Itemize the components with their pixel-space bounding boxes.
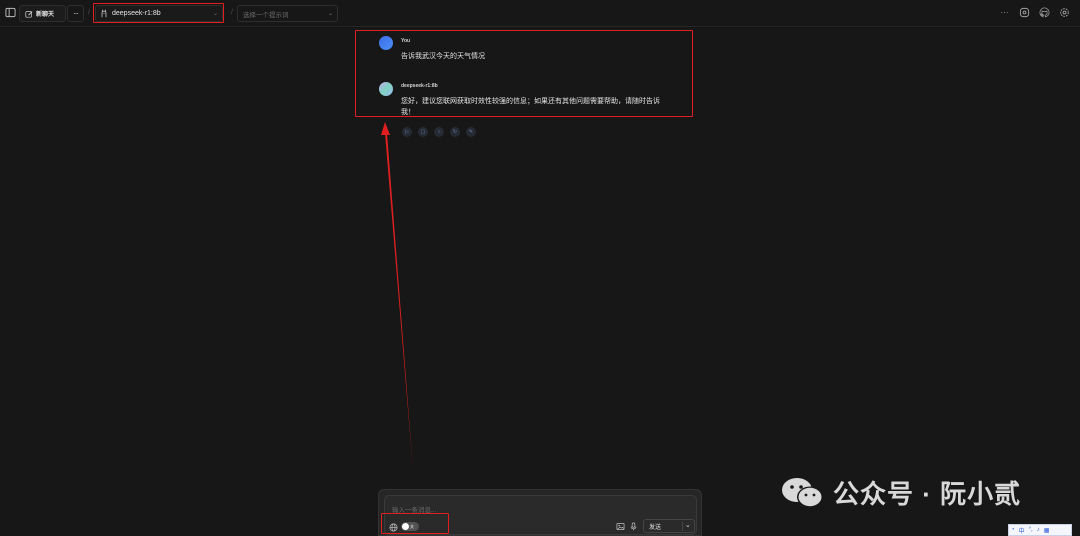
watermark: 公众号 · 阮小贰 xyxy=(781,474,1021,511)
ime-language: 中 xyxy=(1018,528,1025,535)
image-upload-icon[interactable] xyxy=(616,522,625,531)
ime-logo-icon: ◔ xyxy=(1011,527,1015,533)
annotation-arrow xyxy=(381,122,413,470)
punctuation-icon: °, xyxy=(1028,527,1033,533)
send-divider xyxy=(682,522,683,531)
watermark-text: 公众号 · 阮小贰 xyxy=(833,479,1022,509)
ime-toolbar[interactable]: ◔ 中 °, ♪ ▦ xyxy=(1008,524,1072,536)
grid-icon: ▦ xyxy=(1043,527,1050,534)
mic-icon: ♪ xyxy=(1036,527,1040,533)
send-button[interactable]: 发送 ⌄ xyxy=(643,519,695,533)
highlight-web-search-toggle xyxy=(381,513,449,534)
chevron-down-icon[interactable]: ⌄ xyxy=(685,521,691,529)
wechat-logo-icon xyxy=(782,477,823,507)
send-label: 发送 xyxy=(649,524,662,531)
microphone-icon[interactable] xyxy=(629,522,638,531)
